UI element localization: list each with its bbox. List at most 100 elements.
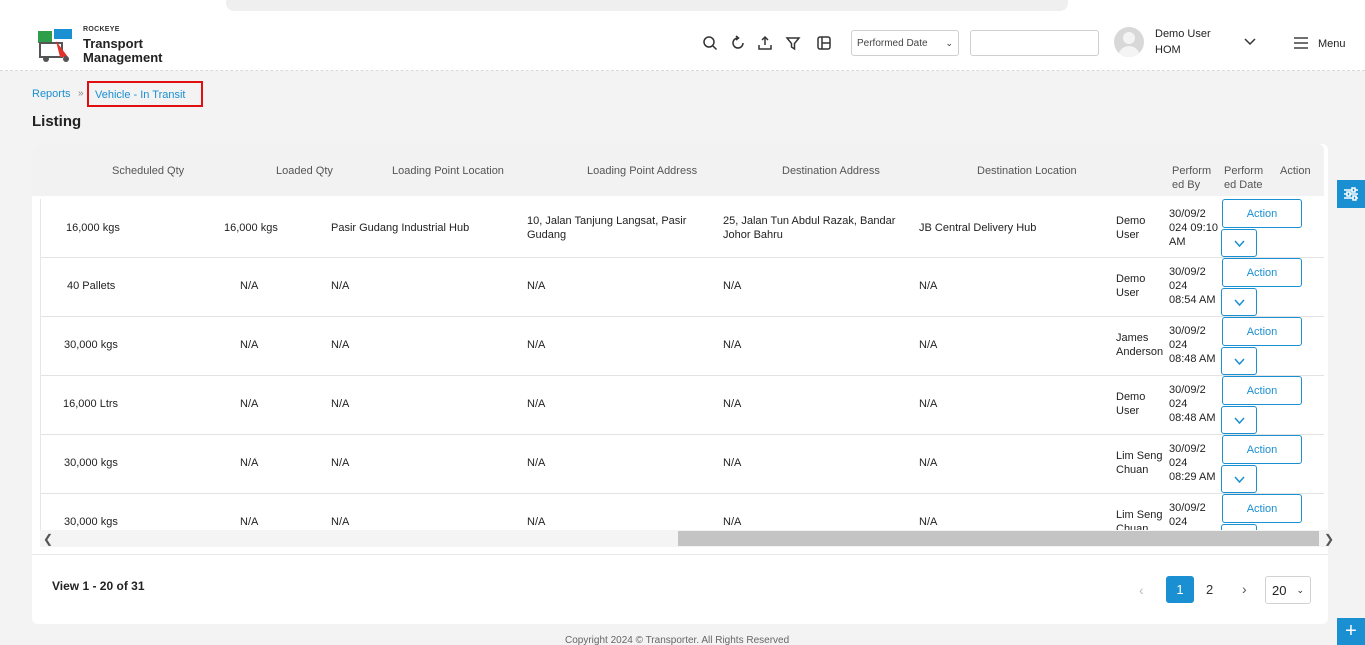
cell-destination-address: N/A [723, 339, 742, 351]
column-header-performed-by[interactable]: Perform ed By [1172, 164, 1211, 192]
pagination-prev-button[interactable]: ‹ [1139, 582, 1144, 598]
brand-title-line1: Transport [83, 36, 143, 51]
browser-address-bar[interactable] [226, 0, 1068, 11]
cell-performed-date-line2: 024 [1169, 398, 1188, 410]
divider [32, 554, 1328, 555]
listing-card: Scheduled Qty Loaded Qty Loading Point L… [32, 144, 1334, 624]
action-button[interactable]: Action [1222, 258, 1302, 287]
filter-icon[interactable] [785, 35, 801, 51]
cell-performed-by-line1: Demo [1116, 391, 1146, 403]
cell-loading-address-line1: 10, Jalan Tanjung Langsat, Pasir [527, 215, 687, 227]
refresh-icon[interactable] [730, 35, 746, 51]
cell-destination-location: N/A [919, 339, 938, 351]
cell-scheduled-qty: 30,000 kgs [64, 516, 118, 528]
cell-loading-address: N/A [527, 339, 546, 351]
breadcrumb-current[interactable]: Vehicle - In Transit [87, 81, 203, 107]
pagination-page-2[interactable]: 2 [1206, 582, 1213, 597]
cell-loading-location: N/A [331, 398, 350, 410]
app-logo-icon [38, 29, 72, 62]
pagination-summary: View 1 - 20 of 31 [52, 579, 145, 593]
cell-performed-date-line1: 30/09/2 [1169, 325, 1206, 337]
row-expand-button[interactable] [1221, 406, 1257, 434]
cell-performed-by-line2: Anderson [1116, 346, 1164, 358]
cell-performed-date-line2: 024 [1169, 457, 1188, 469]
scroll-right-icon[interactable]: ❯ [1324, 532, 1334, 546]
action-button[interactable]: Action [1222, 317, 1302, 346]
horizontal-scrollbar[interactable]: ❮ ❯ [40, 530, 1334, 547]
columns-icon[interactable] [816, 35, 832, 51]
cell-performed-by-line1: James [1116, 332, 1149, 344]
sliders-icon [1344, 187, 1358, 201]
cell-performed-by: Demo User [1116, 390, 1145, 418]
side-filter-button[interactable] [1337, 180, 1365, 208]
scrollbar-thumb[interactable] [678, 531, 1319, 546]
cell-loaded-qty: N/A [240, 280, 259, 292]
action-button[interactable]: Action [1222, 494, 1302, 523]
pagination-page-1[interactable]: 1 [1166, 576, 1194, 603]
cell-performed-date-line3: 08:48 AM [1169, 412, 1216, 424]
column-header-destination-location[interactable]: Destination Location [977, 164, 1077, 178]
cell-performed-by-line2: Chuan [1116, 464, 1149, 476]
column-header-loading-point-location[interactable]: Loading Point Location [392, 164, 504, 178]
page-size-select[interactable]: 20 ⌄ [1265, 576, 1311, 604]
upload-icon[interactable] [757, 35, 773, 51]
action-button[interactable]: Action [1222, 435, 1302, 464]
chevron-down-icon: ⌄ [1296, 585, 1304, 595]
search-input[interactable] [970, 30, 1099, 56]
cell-performed-by-line1: Demo [1116, 215, 1146, 227]
table-row: 16,000 kgs 16,000 kgs Pasir Gudang Indus… [41, 199, 1324, 258]
chevron-down-icon [1234, 299, 1245, 307]
breadcrumb-separator: » [78, 88, 84, 99]
brand-title-line2: Management [83, 50, 163, 65]
cell-loading-address: N/A [527, 398, 546, 410]
action-button[interactable]: Action [1222, 376, 1302, 405]
cell-performed-date-line2: 024 09:10 [1169, 222, 1218, 234]
date-filter-select[interactable]: Performed Date ⌄ [851, 30, 959, 56]
cell-performed-date-line3: 08:29 AM [1169, 471, 1216, 483]
table-row: 30,000 kgs N/A N/A N/A N/A N/A Lim Seng … [41, 435, 1324, 494]
column-header-loading-point-address[interactable]: Loading Point Address [587, 164, 697, 178]
cell-destination-address-line2: Johor Bahru [723, 229, 783, 241]
cell-destination-location: N/A [919, 457, 938, 469]
user-role: HOM [1155, 44, 1181, 56]
chevron-down-icon[interactable] [1243, 37, 1257, 47]
column-header-loaded-qty[interactable]: Loaded Qty [276, 164, 333, 178]
avatar[interactable] [1114, 27, 1144, 57]
browser-toolbar-strip [0, 0, 1365, 13]
cell-destination-address: 25, Jalan Tun Abdul Razak, Bandar Johor … [723, 214, 895, 242]
cell-destination-location: N/A [919, 280, 938, 292]
column-header-destination-address[interactable]: Destination Address [782, 164, 880, 178]
row-expand-button[interactable] [1221, 288, 1257, 316]
hamburger-menu-icon[interactable] [1293, 37, 1309, 49]
table-header: Scheduled Qty Loaded Qty Loading Point L… [32, 144, 1324, 196]
row-expand-button[interactable] [1221, 347, 1257, 375]
scroll-left-icon[interactable]: ❮ [43, 532, 53, 546]
column-header-action: Action [1280, 165, 1311, 177]
cell-performed-date-line2: 024 [1169, 516, 1188, 528]
cell-loading-address-line2: Gudang [527, 229, 567, 241]
user-name: Demo User [1155, 28, 1211, 40]
date-filter-value: Performed Date [857, 38, 928, 49]
breadcrumb-reports-link[interactable]: Reports [32, 88, 71, 100]
row-expand-button[interactable] [1221, 465, 1257, 493]
row-expand-button[interactable] [1221, 229, 1257, 257]
cell-loading-address: N/A [527, 280, 546, 292]
pagination-next-button[interactable]: › [1242, 581, 1247, 597]
cell-loaded-qty: N/A [240, 339, 259, 351]
action-button[interactable]: Action [1222, 199, 1302, 228]
cell-performed-date-line3: 08:48 AM [1169, 353, 1216, 365]
cell-destination-address: N/A [723, 457, 742, 469]
column-header-performed-by-line1: Perform [1172, 165, 1212, 177]
column-header-scheduled-qty[interactable]: Scheduled Qty [112, 164, 184, 178]
cell-performed-by-line1: Demo [1116, 273, 1146, 285]
chevron-down-icon: ⌄ [945, 38, 953, 48]
app-header: ROCKEYE Transport Management Performed D… [0, 13, 1365, 71]
search-icon[interactable] [702, 35, 718, 51]
column-header-performed-date[interactable]: Perform ed Date [1224, 164, 1263, 192]
cell-performed-date-line1: 30/09/2 [1169, 502, 1206, 514]
table-body[interactable]: 16,000 kgs 16,000 kgs Pasir Gudang Indus… [40, 199, 1324, 530]
cell-loaded-qty: N/A [240, 457, 259, 469]
add-button[interactable]: + [1337, 618, 1365, 645]
cell-performed-by-line2: User [1116, 405, 1140, 417]
menu-button[interactable]: Menu [1318, 38, 1346, 50]
